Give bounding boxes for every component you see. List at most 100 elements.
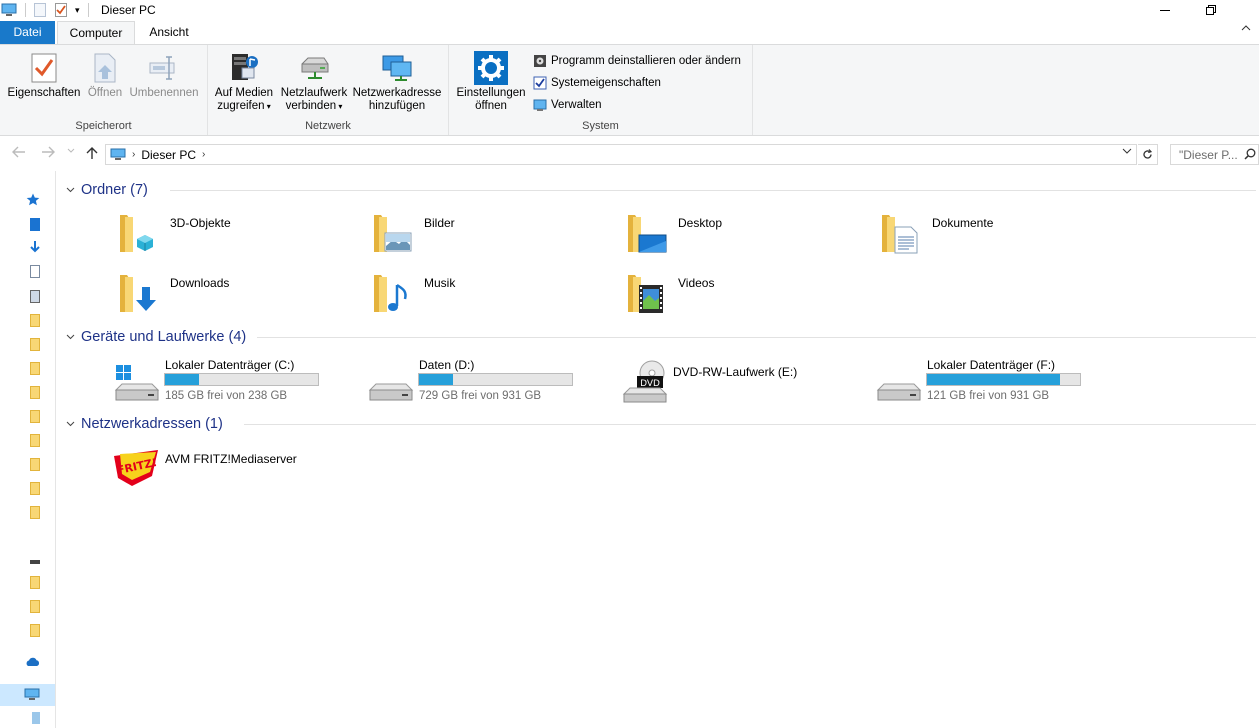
media-server-icon — [226, 51, 262, 85]
uninstall-program-button[interactable]: Programm deinstallieren oder ändern — [532, 52, 741, 70]
drive-label: Daten (D:) — [419, 358, 475, 372]
section-header-folders[interactable]: Ordner (7) — [66, 180, 1256, 200]
folder-icon[interactable] — [30, 458, 40, 471]
quick-access-toolbar: ▾ — [0, 2, 89, 18]
add-network-location-button[interactable]: Netzwerkadresse hinzufügen — [351, 51, 443, 113]
manage-label: Verwalten — [551, 99, 602, 111]
folder-item[interactable]: Bilder — [373, 211, 593, 261]
search-input[interactable]: "Dieser P... — [1170, 144, 1259, 165]
system-properties-button[interactable]: Systemeigenschaften — [532, 74, 661, 92]
chevron-down-icon — [66, 421, 75, 427]
breadcrumb-this-pc[interactable]: Dieser PC — [141, 148, 196, 162]
onedrive-cloud-icon[interactable] — [24, 657, 40, 670]
folder-item[interactable]: Downloads — [119, 271, 339, 321]
tab-view[interactable]: Ansicht — [138, 21, 200, 44]
system-properties-icon — [532, 75, 548, 91]
chevron-up-icon[interactable] — [1241, 25, 1251, 31]
folder-label: Videos — [678, 276, 715, 290]
back-arrow-icon[interactable] — [12, 146, 26, 158]
drive-item[interactable]: Lokaler Datenträger (F:) 121 GB frei von… — [876, 358, 1106, 408]
folder-item[interactable]: 3D-Objekte — [119, 211, 339, 261]
folder-3d-objects-icon — [119, 211, 163, 255]
ribbon-group-network: Auf Medien zugreifen ▾ Netzlaufwerk verb… — [208, 45, 449, 135]
folder-label: Musik — [424, 276, 456, 290]
recent-locations-chevron-icon[interactable] — [67, 148, 75, 154]
open-button[interactable]: Öffnen — [85, 51, 125, 100]
restore-button[interactable] — [1188, 0, 1234, 20]
computer-management-icon — [532, 97, 548, 113]
folder-label: Downloads — [170, 276, 230, 290]
drive-item[interactable]: Daten (D:) 729 GB frei von 931 GB — [368, 358, 598, 408]
section-header-drives[interactable]: Geräte und Laufwerke (4) — [66, 327, 1256, 347]
rename-button[interactable]: Umbenennen — [128, 51, 200, 100]
folder-icon[interactable] — [30, 410, 40, 423]
section-title: Netzwerkadressen (1) — [81, 416, 223, 432]
search-placeholder: "Dieser P... — [1179, 147, 1238, 162]
open-settings-button[interactable]: Einstellungen öffnen — [453, 51, 529, 113]
folder-item[interactable]: Musik — [373, 271, 593, 321]
hard-drive-icon — [876, 363, 922, 407]
folder-desktop-icon — [627, 211, 671, 255]
quick-access-star-icon[interactable] — [26, 193, 40, 206]
network-location-item[interactable]: FRITZ! AVM FRITZ!Mediaserver — [112, 446, 352, 496]
documents-icon[interactable] — [30, 265, 40, 278]
group-label-system: System — [582, 120, 619, 132]
up-arrow-icon[interactable] — [86, 146, 98, 160]
tab-file[interactable]: Datei — [0, 21, 55, 44]
folder-icon[interactable] — [30, 362, 40, 375]
content-area: Ordner (7) 3D-Objekte Bilder Desktop Dok… — [57, 171, 1259, 728]
pictures-icon[interactable] — [30, 290, 40, 303]
downloads-icon[interactable] — [30, 241, 40, 254]
breadcrumb-chevron-icon[interactable]: › — [132, 149, 135, 160]
folder-item[interactable]: Desktop — [627, 211, 847, 261]
new-file-icon[interactable] — [34, 3, 46, 17]
folder-icon[interactable] — [30, 506, 40, 519]
dropdown-arrow-icon: ▾ — [336, 102, 343, 111]
access-media-button[interactable]: Auf Medien zugreifen ▾ — [212, 51, 276, 113]
folder-icon[interactable] — [30, 386, 40, 399]
refresh-icon — [1142, 149, 1153, 160]
folder-icon[interactable] — [30, 624, 40, 637]
drive-icon[interactable] — [30, 560, 40, 564]
this-pc-nav-item[interactable] — [0, 684, 55, 706]
manage-button[interactable]: Verwalten — [532, 96, 602, 114]
map-network-drive-button[interactable]: Netzlaufwerk verbinden ▾ — [279, 51, 349, 113]
hard-drive-icon — [368, 363, 414, 407]
pc-icon[interactable] — [1, 3, 17, 17]
properties-check-icon[interactable] — [55, 3, 67, 17]
address-bar[interactable]: › Dieser PC › — [105, 144, 1137, 165]
map-network-drive-line1: Netzlaufwerk — [280, 87, 348, 99]
folder-icon[interactable] — [30, 314, 40, 327]
drive-icon[interactable] — [32, 712, 40, 724]
properties-button[interactable]: Eigenschaften — [6, 51, 82, 100]
drive-usage-bar — [164, 373, 319, 386]
drive-label: DVD-RW-Laufwerk (E:) — [673, 365, 798, 379]
folder-pictures-icon — [373, 211, 417, 255]
minimize-button[interactable] — [1142, 0, 1188, 20]
ribbon: Eigenschaften Öffnen Umbenennen Speicher… — [0, 44, 1259, 136]
drive-item[interactable]: Lokaler Datenträger (C:) 185 GB frei von… — [114, 358, 344, 408]
search-icon[interactable] — [1244, 148, 1256, 160]
drive-free-space: 185 GB frei von 238 GB — [165, 390, 288, 402]
folder-icon[interactable] — [30, 576, 40, 589]
folder-item[interactable]: Videos — [627, 271, 847, 321]
section-header-network[interactable]: Netzwerkadressen (1) — [66, 414, 1256, 434]
drive-item[interactable]: DVD DVD-RW-Laufwerk (E:) — [622, 358, 852, 408]
tab-computer[interactable]: Computer — [57, 21, 135, 45]
address-dropdown-icon[interactable] — [1122, 148, 1132, 154]
properties-label: Eigenschaften — [7, 87, 81, 99]
refresh-button[interactable] — [1138, 144, 1158, 165]
folder-item[interactable]: Dokumente — [881, 211, 1101, 261]
properties-icon — [26, 51, 62, 85]
drive-usage-fill — [165, 374, 199, 385]
folder-icon[interactable] — [30, 434, 40, 447]
desktop-icon[interactable] — [30, 218, 40, 231]
breadcrumb-chevron-icon[interactable]: › — [202, 149, 205, 160]
folder-icon[interactable] — [30, 482, 40, 495]
folder-icon[interactable] — [30, 338, 40, 351]
folder-label: Dokumente — [932, 216, 994, 230]
folder-icon[interactable] — [30, 600, 40, 613]
customize-toolbar-icon[interactable]: ▾ — [75, 5, 80, 16]
forward-arrow-icon[interactable] — [41, 146, 55, 158]
add-network-location-line1: Netzwerkadresse — [352, 87, 442, 99]
